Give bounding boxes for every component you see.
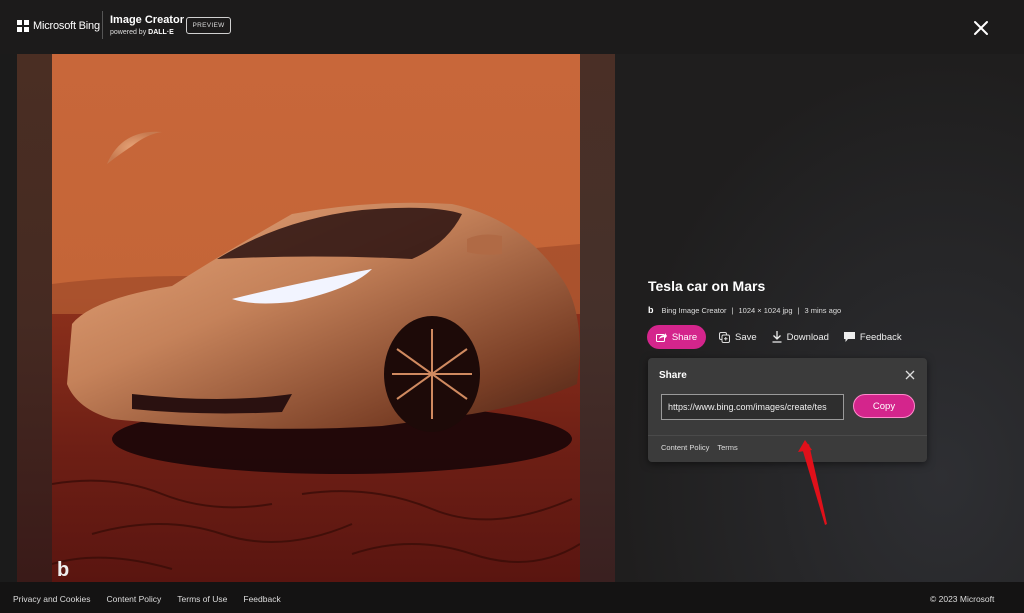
feedback-button[interactable]: Feedback [843,331,902,343]
footer: Privacy and Cookies Content Policy Terms… [0,582,1024,613]
footer-links: Privacy and Cookies Content Policy Terms… [13,594,297,604]
meta-age: 3 mins ago [804,305,842,315]
meta-separator: | [797,305,800,315]
powered-by: powered by DALL·E [110,29,174,36]
terms-of-use-link[interactable]: Terms of Use [177,594,227,604]
powered-by-name: DALL·E [148,29,174,36]
share-panel: Share https://www.bing.com/images/create… [648,358,927,462]
feedback-link[interactable]: Feedback [243,594,280,604]
image-title: Tesla car on Mars [648,278,766,294]
save-label: Save [735,331,757,343]
image-actions: Share Save Download Feedback [647,325,902,349]
header-divider [102,11,103,39]
copyright: © 2023 Microsoft [930,594,995,604]
close-icon[interactable] [970,17,992,39]
share-button[interactable]: Share [647,325,706,349]
meta-dimensions: 1024 × 1024 jpg [738,305,793,315]
content-policy-link[interactable]: Content Policy [661,443,709,452]
close-icon[interactable] [904,369,916,381]
image-watermark: b [57,559,69,581]
download-label: Download [786,331,829,343]
meta-separator: | [731,305,734,315]
feedback-icon [843,332,855,342]
terms-link[interactable]: Terms [717,443,737,452]
share-url-input[interactable]: https://www.bing.com/images/create/tes [661,394,844,420]
header: Microsoft Bing Image Creator powered by … [0,0,1024,54]
content-policy-link[interactable]: Content Policy [106,594,161,604]
image-blur-right [580,54,615,582]
copy-button[interactable]: Copy [853,394,915,418]
bing-logo-icon: b [648,305,654,315]
generated-image[interactable]: b [52,54,580,582]
download-icon [772,331,782,343]
save-collection-icon [719,331,730,343]
save-button[interactable]: Save [719,331,757,343]
details-background [615,54,1024,582]
share-icon [655,333,667,342]
microsoft-bing-logo[interactable]: Microsoft Bing [17,20,100,32]
share-panel-divider [648,435,927,436]
car-mirror [467,234,502,255]
brand-name: Microsoft Bing [33,20,100,32]
privacy-link[interactable]: Privacy and Cookies [13,594,90,604]
download-button[interactable]: Download [772,331,829,343]
feedback-label: Feedback [859,331,902,343]
image-meta: b Bing Image Creator | 1024 × 1024 jpg |… [648,305,841,315]
meta-source: Bing Image Creator [661,305,727,315]
powered-by-prefix: powered by [110,29,147,36]
product-title[interactable]: Image Creator [110,14,184,26]
preview-badge: PREVIEW [186,17,231,34]
share-panel-links: Content Policy Terms [661,443,738,452]
share-panel-title: Share [659,370,687,381]
image-blur-left [17,54,52,582]
microsoft-logo-icon [17,20,29,32]
share-label: Share [671,331,698,343]
